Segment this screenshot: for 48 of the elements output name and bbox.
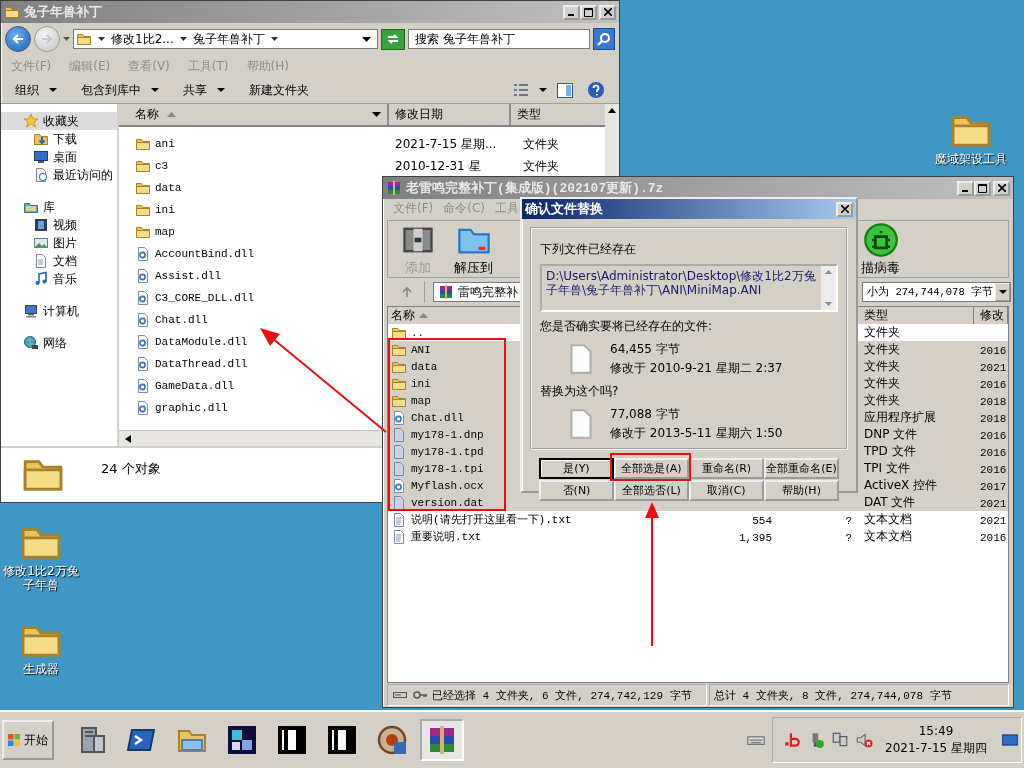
file-date: 2016: [980, 446, 1007, 459]
file-type: 文件夹: [864, 376, 900, 390]
file-size: 554: [752, 514, 772, 527]
file-date: 2016: [980, 344, 1007, 357]
file-type: DAT 文件: [864, 495, 916, 509]
question-text: 您是否确实要将已经存在的文件:: [540, 318, 714, 335]
file-date: 2018: [980, 395, 1007, 408]
file-date: 2021-7-15 星期...: [395, 136, 497, 151]
file-type: TPI 文件: [864, 461, 910, 475]
file-date: 2021: [980, 514, 1007, 527]
file-modified: 修改于 2013-5-11 星期六 1:50: [610, 425, 783, 442]
file-date: 2018: [980, 412, 1007, 425]
file-type: 文件夹: [864, 342, 900, 356]
file-type: 文件夹: [864, 359, 900, 373]
file-date: 2017: [980, 480, 1007, 493]
file-modified: 修改于 2010-9-21 星期二 2:37: [610, 360, 783, 377]
window-title: 确认文件替换: [525, 200, 603, 218]
file-type: 应用程序扩展: [864, 410, 936, 424]
file-size: 77,088 字节: [610, 406, 681, 423]
file-type: 文本文档: [864, 529, 912, 543]
clock-date: 2021-7-15 星期四: [885, 739, 987, 757]
file-date: 2016: [980, 463, 1007, 476]
file-type: 文件夹: [523, 158, 559, 173]
file-date: 2016: [980, 429, 1007, 442]
file-type: 文本文档: [864, 512, 912, 526]
clock-time: 15:49: [918, 723, 954, 738]
file-date: 2021: [980, 361, 1007, 374]
file-type: ActiveX 控件: [864, 478, 938, 492]
status-text: 已经选择 4 文件夹, 6 文件, 274,742,129 字节: [432, 688, 692, 703]
file-date: 2016: [980, 378, 1007, 391]
file-type: DNP 文件: [864, 427, 918, 441]
window-title: 老雷鸣完整补丁(集成版)(202107更新).7z: [406, 179, 664, 197]
file-type: TPD 文件: [864, 444, 916, 458]
replace-question: 替换为这个吗?: [540, 383, 620, 400]
file-size: 1,395: [739, 531, 772, 544]
file-size: 64,455 字节: [610, 341, 681, 358]
file-date: 2021: [980, 497, 1007, 510]
file-type: 文件夹: [864, 325, 900, 339]
packed-size: ?: [845, 531, 852, 544]
file-date: 2016: [980, 531, 1007, 544]
status-text: 总计 4 文件夹, 8 文件, 274,744,078 字节: [714, 688, 952, 703]
file-date: 2010-12-31 星: [395, 158, 481, 173]
exists-label: 下列文件已经存在: [540, 241, 637, 258]
file-type: 文件夹: [523, 136, 559, 151]
file-type: 文件夹: [864, 393, 900, 407]
packed-size: ?: [845, 514, 852, 527]
window-title: 兔子年兽补丁: [24, 3, 102, 21]
item-count: 24 个对象: [101, 460, 161, 478]
